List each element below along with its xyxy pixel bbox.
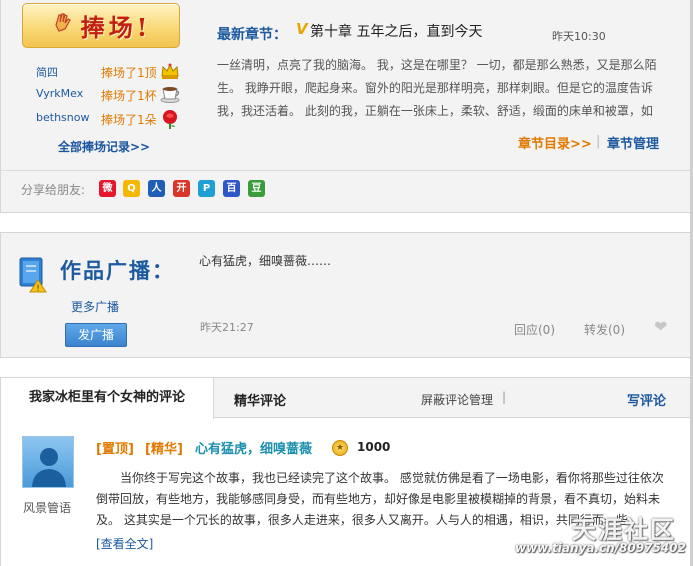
supporter-name[interactable]: 简四 <box>36 64 58 80</box>
watermark-logo: 天涯社区 <box>572 516 676 544</box>
kaixin-icon[interactable]: 开 <box>173 180 190 197</box>
write-comment-link[interactable]: 写评论 <box>627 390 666 409</box>
watermark-url: www.tianya.cn/80975402 <box>515 541 686 555</box>
shield-comments-link[interactable]: 屏蔽评论管理 <box>421 391 493 408</box>
comments-tab-bar: 我家冰柜里有个女神的评论 精华评论 屏蔽评论管理 | 写评论 <box>1 378 693 419</box>
more-broadcast-link[interactable]: 更多广播 <box>71 298 119 315</box>
gold-medal-icon: ★ <box>332 440 348 456</box>
baidu-icon[interactable]: 百 <box>223 180 240 197</box>
latest-chapter-time: 昨天10:30 <box>552 30 606 43</box>
essence-badge: [精华] <box>145 442 183 457</box>
supporter-row: bethsnow 捧场了1朵 <box>36 108 186 130</box>
supporter-action: 捧场了1杯 <box>101 89 157 103</box>
comment-title[interactable]: 心有猛虎，细嗅蔷薇 <box>195 438 312 457</box>
divider <box>1 170 693 171</box>
latest-chapter-title[interactable]: 第十章 五年之后，直到今天 <box>310 21 482 41</box>
svg-text:!: ! <box>36 284 40 294</box>
supporter-action: 捧场了1顶 <box>101 66 157 80</box>
tab-book-comments[interactable]: 我家冰柜里有个女神的评论 <box>1 378 214 419</box>
broadcast-title: 作品广播： <box>60 259 175 283</box>
tab-essence-comments[interactable]: 精华评论 <box>234 390 286 409</box>
comment-username[interactable]: 风景管语 <box>23 499 71 516</box>
broadcast-notebook-icon: ! <box>18 256 48 294</box>
post-broadcast-button[interactable]: 发广播 <box>65 323 127 347</box>
share-label: 分享给朋友: <box>21 183 86 197</box>
douban-icon[interactable]: 豆 <box>248 180 265 197</box>
book-info-panel: 捧场! 简四 捧场了1顶 VyrkMex 捧场了1杯 bethsnow 捧场了1… <box>0 0 693 213</box>
avatar[interactable] <box>22 436 74 488</box>
supporter-action: 捧场了1朵 <box>101 113 157 127</box>
supporter-name[interactable]: bethsnow <box>36 111 89 124</box>
broadcast-message: 心有猛虎，细嗅蔷薇…… <box>199 254 332 268</box>
view-full-text-link[interactable]: [查看全文] <box>96 535 153 552</box>
coffee-cup-icon <box>160 84 180 104</box>
all-records-link[interactable]: 全部捧场记录>> <box>58 138 150 155</box>
link-separator: | <box>596 134 601 149</box>
weibo-icon[interactable]: 微 <box>99 180 116 197</box>
crown-icon <box>160 61 180 81</box>
reply-link[interactable]: 回应(0) <box>514 321 555 338</box>
supporter-row: VyrkMex 捧场了1杯 <box>36 84 186 106</box>
vip-v-icon: V <box>296 20 308 38</box>
bang-button-label: 捧场! <box>80 13 152 42</box>
link-separator: | <box>502 390 507 404</box>
chapter-manage-link[interactable]: 章节管理 <box>607 133 659 152</box>
tianya-icon[interactable]: P <box>198 180 215 197</box>
bang-button[interactable]: 捧场! <box>22 3 180 48</box>
clapping-hands-icon <box>51 11 75 40</box>
qzone-icon[interactable]: Q <box>123 180 140 197</box>
supporter-row: 简四 捧场了1顶 <box>36 61 186 83</box>
comment-score: 1000 <box>357 440 391 454</box>
chapter-list-link[interactable]: 章节目录>> <box>518 133 592 152</box>
broadcast-time: 昨天21:27 <box>200 321 254 334</box>
user-silhouette-icon <box>32 448 66 487</box>
rose-icon <box>160 108 180 129</box>
broadcast-panel: ! 作品广播： 心有猛虎，细嗅蔷薇…… 更多广播 发广播 昨天21:27 回应(… <box>0 232 693 358</box>
pinned-badge: [置顶] <box>96 442 134 457</box>
repost-link[interactable]: 转发(0) <box>584 321 625 338</box>
supporter-name[interactable]: VyrkMex <box>36 87 83 100</box>
renren-icon[interactable]: 人 <box>148 180 165 197</box>
latest-chapter-label: 最新章节： <box>217 27 287 43</box>
chapter-excerpt: 一丝清明，点亮了我的脑海。 我，这是在哪里？ 一切，都是那么熟悉，又是那么陌生。… <box>217 58 657 118</box>
heart-icon[interactable]: ❤ <box>654 317 667 336</box>
